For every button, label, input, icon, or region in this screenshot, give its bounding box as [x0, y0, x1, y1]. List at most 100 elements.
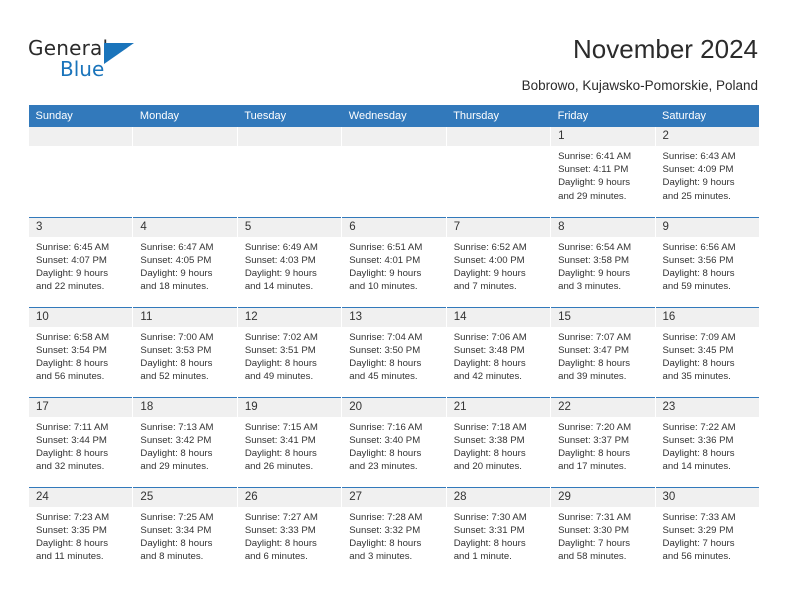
calendar-day-cell[interactable]: 22 Sunrise: 7:20 AM Sunset: 3:37 PM Dayligh…: [550, 396, 656, 487]
calendar-day-cell[interactable]: 11 Sunrise: 7:00 AM Sunset: 3:53 PM Dayligh…: [132, 306, 238, 397]
sunset-text: Sunset: 3:42 PM: [140, 434, 212, 446]
daylight-text-line1: Daylight: 9 hours: [662, 177, 735, 189]
day-cell-inner: 5 Sunrise: 6:49 AM Sunset: 4:03 PM Daylight…: [237, 217, 342, 307]
calendar-day-cell[interactable]: 20 Sunrise: 7:16 AM Sunset: 3:40 PM Dayligh…: [341, 396, 447, 487]
sunset-text: Sunset: 3:37 PM: [558, 434, 630, 446]
day-number: 2: [655, 127, 759, 146]
calendar-day-cell[interactable]: 18 Sunrise: 7:13 AM Sunset: 3:42 PM Dayligh…: [132, 396, 238, 487]
daylight-text-line2: and 11 minutes.: [36, 551, 104, 563]
sunrise-text: Sunrise: 6:41 AM: [558, 151, 632, 162]
calendar-day-cell[interactable]: 14 Sunrise: 7:06 AM Sunset: 3:48 PM Dayligh…: [445, 306, 552, 397]
calendar-day-cell[interactable]: 16 Sunrise: 7:09 AM Sunset: 3:45 PM Dayligh…: [654, 306, 760, 397]
day-cell-inner: 6 Sunrise: 6:51 AM Sunset: 4:01 PM Daylight…: [342, 217, 446, 307]
calendar-day-cell[interactable]: 21 Sunrise: 7:18 AM Sunset: 3:38 PM Dayligh…: [445, 396, 552, 487]
calendar-day-cell[interactable]: 2 Sunrise: 6:43 AM Sunset: 4:09 PM Daylight…: [654, 127, 760, 217]
day-cell-inner: 14 Sunrise: 7:06 AM Sunset: 3:48 PM Dayligh…: [446, 307, 551, 397]
daylight-text-line1: Daylight: 8 hours: [244, 537, 317, 549]
day-cell-inner: 4 Sunrise: 6:47 AM Sunset: 4:05 PM Daylight…: [133, 217, 237, 307]
calendar-day-cell[interactable]: 3 Sunrise: 6:45 AM Sunset: 4:07 PM Daylight…: [27, 216, 134, 307]
daylight-text-line1: Daylight: 8 hours: [453, 447, 526, 459]
day-details: Sunrise: 7:18 AM Sunset: 3:38 PM Daylight:…: [447, 417, 550, 474]
day-cell-inner: 2 Sunrise: 6:43 AM Sunset: 4:09 PM Daylight…: [655, 127, 759, 217]
sunrise-text: Sunrise: 7:25 AM: [140, 511, 214, 523]
day-cell-inner: 13 Sunrise: 7:04 AM Sunset: 3:50 PM Dayligh…: [342, 307, 446, 397]
sunset-text: Sunset: 4:05 PM: [140, 254, 212, 266]
calendar-day-cell[interactable]: 13 Sunrise: 7:04 AM Sunset: 3:50 PM Dayligh…: [341, 306, 447, 397]
day-number: 13: [342, 307, 446, 327]
day-details: Sunrise: 7:23 AM Sunset: 3:35 PM Daylight:…: [29, 507, 132, 564]
sunrise-text: Sunrise: 7:00 AM: [140, 331, 214, 343]
daylight-text-line2: and 3 minutes.: [349, 551, 413, 563]
day-details: Sunrise: 6:43 AM Sunset: 4:09 PM Daylight:…: [656, 146, 759, 203]
daylight-text-line2: and 10 minutes.: [349, 281, 418, 293]
generalblue-logo[interactable]: General Blue: [28, 36, 168, 84]
sunset-text: Sunset: 3:45 PM: [662, 344, 734, 356]
day-cell-inner: 22 Sunrise: 7:20 AM Sunset: 3:37 PM Dayligh…: [551, 397, 655, 487]
daylight-text-line1: Daylight: 8 hours: [453, 537, 526, 549]
daylight-text-line1: Daylight: 8 hours: [662, 357, 735, 369]
calendar-day-cell[interactable]: 8 Sunrise: 6:54 AM Sunset: 3:58 PM Daylight…: [550, 216, 656, 307]
calendar-day-cell[interactable]: 24 Sunrise: 7:23 AM Sunset: 3:35 PM Dayligh…: [27, 486, 134, 577]
daylight-text-line1: Daylight: 8 hours: [662, 267, 735, 279]
daylight-text-line1: Daylight: 9 hours: [558, 177, 631, 189]
day-number: 8: [551, 217, 655, 237]
sunrise-text: Sunrise: 7:27 AM: [244, 511, 318, 523]
calendar-day-cell[interactable]: 28 Sunrise: 7:30 AM Sunset: 3:31 PM Dayligh…: [445, 486, 552, 577]
calendar-day-cell[interactable]: 1 Sunrise: 6:41 AM Sunset: 4:11 PM Daylight…: [550, 127, 656, 217]
day-cell-inner: 25 Sunrise: 7:25 AM Sunset: 3:34 PM Dayligh…: [133, 487, 237, 578]
sunrise-text: Sunrise: 6:56 AM: [662, 241, 736, 253]
calendar-day-cell[interactable]: 9 Sunrise: 6:56 AM Sunset: 3:56 PM Daylight…: [654, 216, 760, 307]
calendar-day-cell[interactable]: 29 Sunrise: 7:31 AM Sunset: 3:30 PM Dayligh…: [550, 486, 656, 577]
sunset-text: Sunset: 3:44 PM: [36, 434, 107, 446]
calendar-day-cell[interactable]: 30 Sunrise: 7:33 AM Sunset: 3:29 PM Dayligh…: [654, 486, 760, 577]
sunset-text: Sunset: 3:32 PM: [349, 524, 421, 536]
day-details: Sunrise: 7:11 AM Sunset: 3:44 PM Daylight:…: [29, 417, 132, 474]
day-number: [446, 127, 551, 146]
day-cell-inner: [237, 127, 342, 217]
calendar-day-cell[interactable]: 4 Sunrise: 6:47 AM Sunset: 4:05 PM Daylight…: [132, 216, 238, 307]
page-header: General Blue November 2024 Bobrowo, Kuja…: [0, 0, 792, 100]
day-details: Sunrise: 7:04 AM Sunset: 3:50 PM Daylight:…: [342, 327, 445, 384]
day-number: 21: [446, 397, 551, 417]
sunrise-text: Sunrise: 7:02 AM: [244, 331, 318, 343]
calendar-day-cell[interactable]: 27 Sunrise: 7:28 AM Sunset: 3:32 PM Dayligh…: [341, 486, 447, 577]
calendar-day-cell[interactable]: 7 Sunrise: 6:52 AM Sunset: 4:00 PM Daylight…: [445, 216, 552, 307]
day-number: 29: [551, 487, 655, 507]
calendar-day-cell[interactable]: 26 Sunrise: 7:27 AM Sunset: 3:33 PM Dayligh…: [236, 486, 343, 578]
sunrise-text: Sunrise: 7:31 AM: [558, 511, 632, 523]
daylight-text-line1: Daylight: 9 hours: [453, 267, 526, 279]
sunset-text: Sunset: 3:56 PM: [662, 254, 734, 266]
daylight-text-line1: Daylight: 8 hours: [662, 447, 735, 459]
daylight-text-line1: Daylight: 8 hours: [36, 357, 108, 369]
sunrise-text: Sunrise: 7:18 AM: [453, 421, 527, 433]
calendar-day-cell[interactable]: 5 Sunrise: 6:49 AM Sunset: 4:03 PM Daylight…: [236, 216, 343, 307]
calendar-day-cell[interactable]: 17 Sunrise: 7:11 AM Sunset: 3:44 PM Dayligh…: [27, 396, 134, 487]
daylight-text-line2: and 18 minutes.: [140, 281, 209, 293]
day-number: 7: [446, 217, 551, 237]
daylight-text-line2: and 23 minutes.: [349, 461, 418, 473]
daylight-text-line2: and 14 minutes.: [662, 461, 731, 473]
day-number: 23: [655, 397, 759, 417]
calendar-day-cell[interactable]: 6 Sunrise: 6:51 AM Sunset: 4:01 PM Daylight…: [341, 216, 447, 307]
calendar-day-cell[interactable]: 10 Sunrise: 6:58 AM Sunset: 3:54 PM Dayligh…: [27, 306, 134, 397]
sunrise-text: Sunrise: 7:13 AM: [140, 421, 214, 433]
day-number: 27: [342, 487, 446, 507]
daylight-text-line1: Daylight: 8 hours: [140, 357, 213, 369]
calendar-day-cell[interactable]: 15 Sunrise: 7:07 AM Sunset: 3:47 PM Dayligh…: [550, 306, 656, 397]
calendar-day-cell[interactable]: 19 Sunrise: 7:15 AM Sunset: 3:41 PM Dayligh…: [236, 396, 343, 487]
daylight-text-line1: Daylight: 7 hours: [558, 537, 631, 549]
day-cell-inner: 21 Sunrise: 7:18 AM Sunset: 3:38 PM Dayligh…: [446, 397, 551, 487]
day-details: Sunrise: 6:54 AM Sunset: 3:58 PM Daylight:…: [551, 237, 654, 294]
sunset-text: Sunset: 3:50 PM: [349, 344, 421, 356]
sunrise-text: Sunrise: 6:52 AM: [453, 241, 527, 253]
calendar-day-cell[interactable]: 23 Sunrise: 7:22 AM Sunset: 3:36 PM Dayligh…: [654, 396, 760, 487]
daylight-text-line1: Daylight: 8 hours: [349, 447, 422, 459]
daylight-text-line1: Daylight: 9 hours: [140, 267, 213, 279]
calendar-day-cell[interactable]: 12 Sunrise: 7:02 AM Sunset: 3:51 PM Dayligh…: [236, 306, 343, 397]
daylight-text-line1: Daylight: 8 hours: [558, 357, 631, 369]
daylight-text-line2: and 26 minutes.: [244, 461, 314, 473]
day-number: 9: [655, 217, 759, 237]
sunset-text: Sunset: 3:34 PM: [140, 524, 212, 536]
calendar-day-cell[interactable]: 25 Sunrise: 7:25 AM Sunset: 3:34 PM Dayligh…: [132, 486, 238, 578]
day-cell-inner: 26 Sunrise: 7:27 AM Sunset: 3:33 PM Dayligh…: [237, 487, 342, 578]
